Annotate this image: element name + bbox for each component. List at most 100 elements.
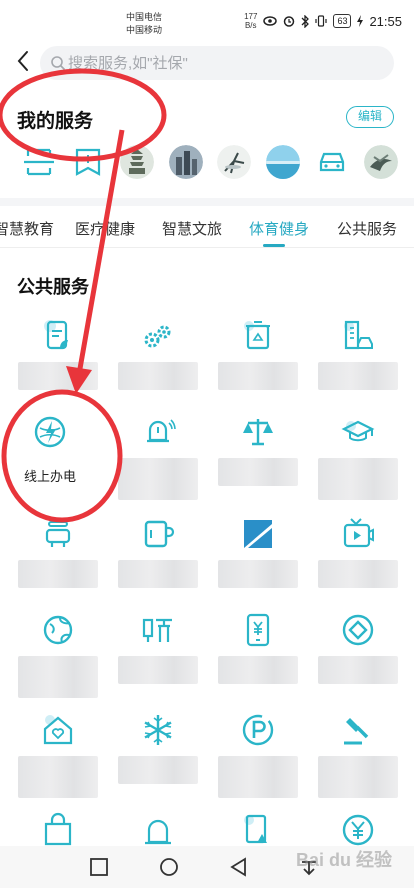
service-item[interactable] (318, 612, 398, 702)
recycle-bin-icon (244, 321, 270, 350)
mobile-yuan-icon (246, 613, 270, 647)
blurred-label (218, 362, 298, 390)
graduation-cap-icon (341, 420, 375, 442)
listen-icon (142, 618, 172, 642)
alarm-clock-icon (284, 16, 295, 27)
buildings-car-icon (344, 320, 373, 350)
blurred-label (318, 756, 398, 798)
service-item[interactable] (118, 414, 198, 504)
blurred-label (18, 756, 98, 798)
service-item[interactable] (18, 516, 98, 606)
search-header (0, 40, 414, 86)
globe-icon (43, 615, 73, 645)
tab-sports-fitness[interactable]: 体育健身 (249, 218, 309, 239)
public-services-title: 公共服务 (17, 277, 89, 297)
speed-value: 177 (244, 12, 258, 21)
watermark: Bai du 经验 (296, 850, 393, 870)
active-tab-indicator (263, 244, 285, 247)
tab-public-services[interactable]: 公共服务 (337, 218, 397, 239)
bookmark-icon[interactable] (71, 145, 105, 179)
blurred-label (118, 756, 198, 784)
service-item[interactable] (218, 318, 298, 408)
carrier-primary: 中国电信 (126, 12, 163, 22)
clock: 21:55 (369, 13, 402, 29)
crane-photo[interactable] (217, 145, 252, 179)
service-item[interactable] (318, 712, 398, 802)
blurred-label (118, 560, 198, 588)
blurred-label (18, 362, 98, 390)
target-icon (342, 614, 374, 646)
service-item[interactable] (218, 712, 298, 802)
back-button[interactable] (228, 856, 250, 878)
gears-icon (144, 325, 171, 348)
frame-icon[interactable] (22, 145, 56, 179)
tab-smart-education[interactable]: 智慧教育 (0, 218, 54, 239)
blurred-label (18, 560, 98, 588)
bag-icon (44, 812, 72, 846)
blurred-label (118, 362, 198, 390)
blurred-label (18, 656, 98, 698)
slash-tile-icon (244, 520, 272, 548)
search-input[interactable] (68, 46, 378, 80)
gavel-icon (344, 718, 369, 745)
blurred-label (318, 656, 398, 684)
siren-icon (145, 819, 171, 845)
carrier-secondary: 中国移动 (126, 25, 163, 35)
search-icon (51, 56, 66, 71)
service-item[interactable] (318, 516, 398, 606)
battery-indicator: 63 (333, 14, 352, 28)
video-play-icon (343, 518, 374, 548)
service-item[interactable] (318, 414, 398, 504)
eye-icon (263, 16, 278, 26)
blurred-label (218, 756, 298, 798)
tab-medical-health[interactable]: 医疗健康 (75, 218, 135, 239)
my-services-row (22, 145, 398, 185)
home-button[interactable] (158, 856, 180, 878)
service-item[interactable] (18, 318, 98, 408)
alarm-bell-icon (147, 419, 176, 443)
status-bar: 中国电信 中国移动 177 B/s 63 21:55 (0, 0, 414, 40)
online-power-service[interactable]: 线上办电 (10, 414, 90, 504)
service-item[interactable] (118, 712, 198, 802)
service-item[interactable] (218, 612, 298, 702)
category-tabs: 智慧教育 医疗健康 智慧文旅 体育健身 公共服务 (0, 206, 414, 248)
cup-icon (144, 520, 175, 548)
vibrate-icon (315, 15, 328, 27)
status-icons: 177 B/s 63 21:55 (244, 12, 402, 30)
edit-button[interactable]: 编辑 (346, 106, 394, 128)
blurred-label (218, 560, 298, 588)
carrier-info: 中国电信 中国移动 (126, 11, 162, 37)
bird-photo[interactable] (363, 145, 398, 179)
home-heart-icon (43, 715, 73, 745)
service-item[interactable] (218, 414, 298, 504)
my-services-title: 我的服务 (17, 111, 94, 132)
violation-icon (244, 814, 267, 844)
blurred-label (318, 560, 398, 588)
bluetooth-icon (301, 14, 310, 28)
service-item[interactable] (118, 516, 198, 606)
scales-icon (243, 419, 273, 446)
tab-smart-culture-tourism[interactable]: 智慧文旅 (162, 218, 222, 239)
clipboard-leaf-icon (44, 320, 68, 350)
lightning-globe-icon (34, 416, 66, 448)
blurred-label (118, 656, 198, 684)
service-item[interactable] (18, 712, 98, 802)
service-item[interactable] (118, 318, 198, 408)
blurred-label (218, 458, 298, 486)
service-item[interactable] (218, 516, 298, 606)
parking-icon (242, 714, 274, 746)
blurred-label (318, 458, 398, 500)
sea-photo[interactable] (266, 145, 301, 179)
service-item[interactable] (18, 612, 98, 702)
car-icon[interactable] (315, 145, 349, 179)
back-arrow-icon[interactable] (14, 48, 34, 74)
online-power-label: 线上办电 (23, 469, 76, 484)
search-bar[interactable] (40, 46, 394, 80)
blurred-label (218, 656, 298, 684)
city-photo[interactable] (168, 145, 203, 179)
recents-button[interactable] (88, 856, 110, 878)
pagoda-photo[interactable] (119, 145, 154, 179)
service-item[interactable] (318, 318, 398, 408)
service-item[interactable] (118, 612, 198, 702)
yuan-coin-icon (342, 814, 374, 846)
